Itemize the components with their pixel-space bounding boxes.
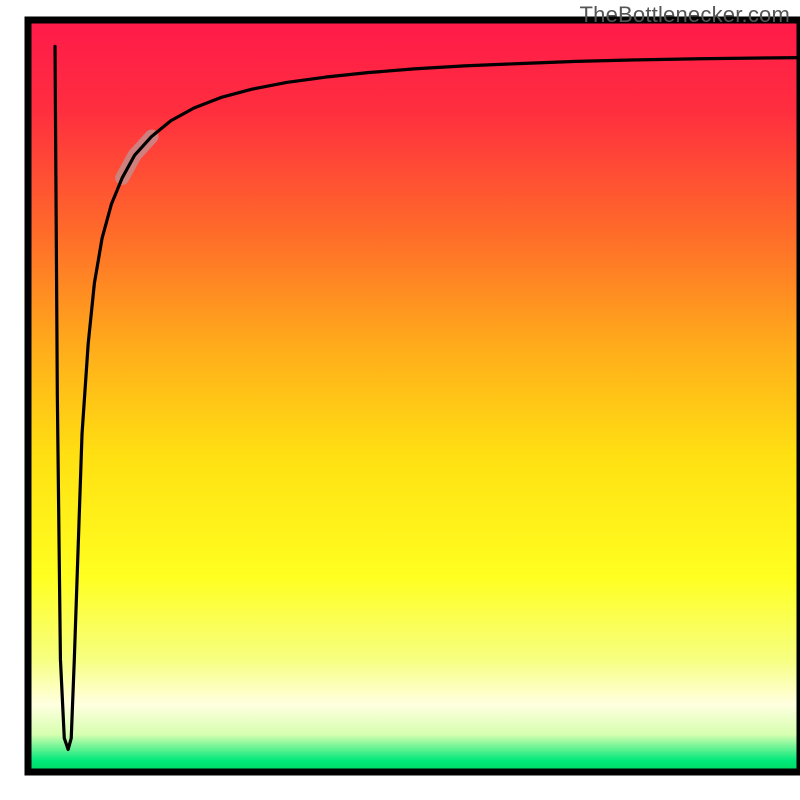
watermark-text: TheBottlenecker.com	[580, 2, 790, 28]
chart-container: TheBottlenecker.com	[0, 0, 800, 800]
gradient-background	[28, 20, 800, 772]
bottleneck-plot	[0, 0, 800, 800]
